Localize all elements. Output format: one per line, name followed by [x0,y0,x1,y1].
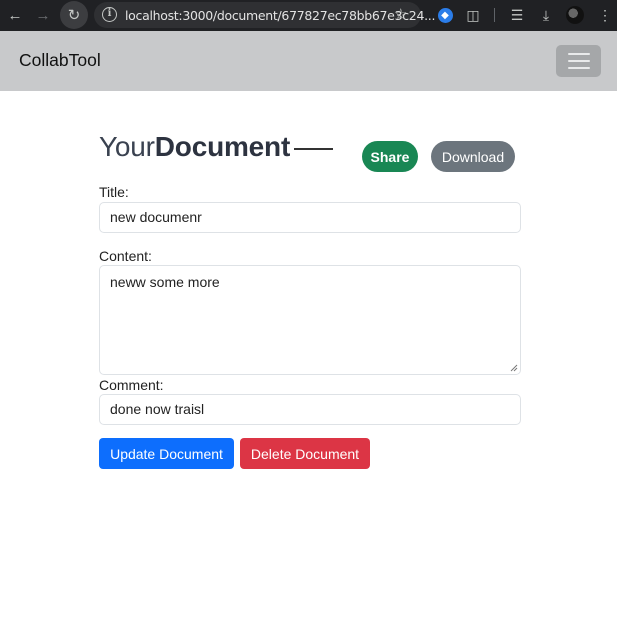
content-label: Content: [99,248,152,264]
comment-input[interactable]: done now traisl [99,394,521,425]
title-input[interactable]: new documenr [99,202,521,233]
page-title: YourDocument [99,131,290,163]
site-info-icon[interactable]: i [102,7,117,22]
toolbar-divider [494,8,495,22]
extensions-puzzle-icon[interactable]: ◫ [462,4,484,26]
reload-icon[interactable]: ↻ [60,1,88,29]
app-navbar: CollabTool [0,31,617,91]
bookmark-star-icon[interactable]: ☆ [394,5,407,23]
kebab-menu-icon[interactable]: ⋮ [594,4,616,26]
browser-toolbar: ← → ↻ i localhost:3000/document/677827ec… [0,0,617,31]
comment-label: Comment: [99,377,164,393]
content-textarea[interactable]: neww some more [99,265,521,375]
title-label: Title: [99,184,129,200]
content-value: neww some more [110,274,220,290]
page-title-your: Your [99,131,155,162]
address-url[interactable]: localhost:3000/document/677827ec78bb67e3… [125,8,435,23]
page-title-document: Document [154,131,291,162]
download-button[interactable]: Download [431,141,515,172]
address-bar[interactable]: i localhost:3000/document/677827ec78bb67… [94,2,435,28]
delete-document-button[interactable]: Delete Document [240,438,370,469]
title-underline-decoration [294,148,333,150]
brand-logo-text[interactable]: CollabTool [19,50,101,71]
profile-avatar[interactable] [564,4,586,26]
download-icon[interactable]: ⤓ [535,4,557,26]
media-control-icon[interactable]: ☰ [506,4,528,26]
resize-handle-icon[interactable] [510,364,518,372]
forward-arrow-icon[interactable]: → [32,4,54,26]
extension-icon[interactable]: ◆ [434,4,456,26]
update-document-button[interactable]: Update Document [99,438,234,469]
share-button[interactable]: Share [362,141,418,172]
navbar-toggler-hamburger-icon[interactable] [556,45,601,77]
back-arrow-icon[interactable]: ← [4,4,26,26]
